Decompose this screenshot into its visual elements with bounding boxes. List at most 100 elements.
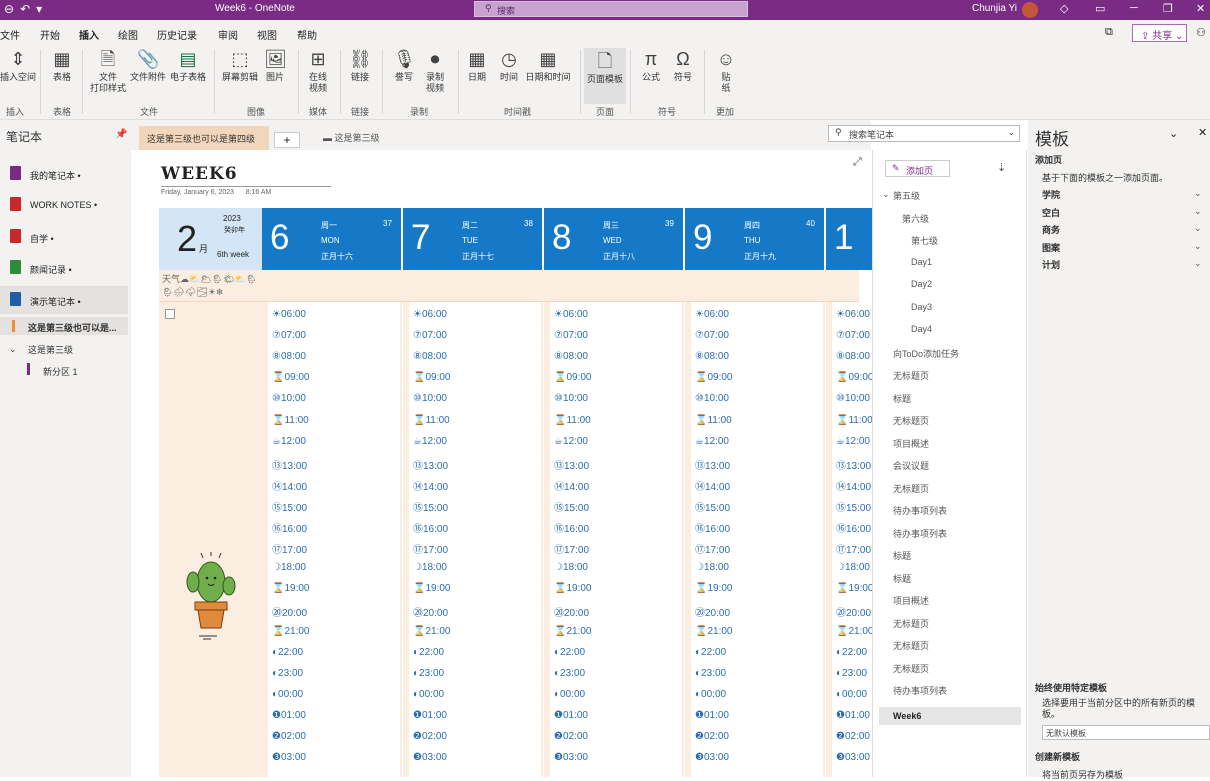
table-button[interactable]: ▦ 表格 [48, 48, 76, 83]
notebook-item[interactable]: WORK NOTES • [0, 191, 128, 219]
time-slot[interactable]: ⑦07:00 [554, 330, 588, 341]
time-slot[interactable]: ❷02:00 [554, 731, 588, 742]
time-slot[interactable]: ⑳20:00 [695, 604, 730, 619]
time-slot[interactable]: ⑰17:00 [413, 541, 448, 556]
time-slot[interactable]: ⑬13:00 [272, 457, 307, 472]
time-slot[interactable]: ⌛09:00 [272, 372, 309, 383]
time-slot[interactable]: ❷02:00 [272, 731, 306, 742]
time-slot[interactable]: ◐22:00 [413, 647, 444, 658]
page-item[interactable]: Day1 [911, 257, 932, 267]
menu-history[interactable]: 历史记录 [157, 27, 197, 42]
save-as-template-link[interactable]: 将当前页另存为模板 [1042, 768, 1123, 781]
time-slot[interactable]: ❶01:00 [554, 710, 588, 721]
time-slot[interactable]: ⑯16:00 [413, 520, 448, 535]
menu-help[interactable]: 帮助 [297, 27, 317, 42]
time-slot[interactable]: ❷02:00 [413, 731, 447, 742]
time-slot[interactable]: ⑭14:00 [695, 478, 730, 493]
time-slot[interactable]: ⌛21:00 [272, 626, 309, 637]
page-item[interactable]: 会议议题 [893, 459, 929, 472]
search-notebook-input[interactable]: ⚲ 搜索笔记本 ⌄ [828, 125, 1020, 142]
time-slot[interactable]: ⌛19:00 [413, 583, 450, 594]
time-slot[interactable]: ☀06:00 [272, 309, 306, 320]
page-item[interactable]: 第六级 [902, 212, 929, 225]
file-attachment-button[interactable]: 📎 文件附件 [130, 48, 166, 83]
time-slot[interactable]: ⌛19:00 [554, 583, 591, 594]
time-slot[interactable]: ⑰17:00 [836, 541, 871, 556]
time-slot[interactable]: ⑭14:00 [836, 478, 871, 493]
section-group-label[interactable]: 这是第三级 [28, 343, 73, 356]
time-slot[interactable]: ❸03:00 [554, 752, 588, 763]
time-slot[interactable]: ⑮15:00 [836, 499, 871, 514]
time-slot[interactable]: ☀06:00 [413, 309, 447, 320]
page-item[interactable]: 标题 [893, 549, 911, 562]
time-slot[interactable]: ⑭14:00 [413, 478, 448, 493]
time-slot[interactable]: ⑯16:00 [695, 520, 730, 535]
page-item[interactable]: 标题 [893, 572, 911, 585]
time-slot[interactable]: ⌛21:00 [413, 626, 450, 637]
ribbon-display-icon[interactable]: ▭ [1095, 2, 1105, 15]
page-item[interactable]: 待办事项列表 [893, 684, 947, 697]
page-title[interactable]: WEEK6 [161, 164, 238, 184]
avatar[interactable] [1022, 2, 1038, 18]
day-column[interactable]: ☀06:00 ⑦07:00 ⑧08:00 ⌛09:00 ⑩10:00 ⌛11:00 ☕12:… [544, 302, 684, 777]
time-slot[interactable]: ◐23:00 [695, 668, 726, 679]
time-slot[interactable]: ⑦07:00 [272, 330, 306, 341]
time-slot[interactable]: ⌛11:00 [554, 415, 591, 426]
time-slot[interactable]: ⑮15:00 [695, 499, 730, 514]
screen-clip-button[interactable]: ⬚ 屏幕剪辑 [220, 48, 260, 83]
time-slot[interactable]: ◐23:00 [836, 668, 867, 679]
page-template-button[interactable]: 🗋 页面模板 [584, 48, 626, 104]
chevron-down-icon[interactable]: ⌄ [1007, 127, 1015, 138]
page-item[interactable]: 项目概述 [893, 594, 929, 607]
time-slot[interactable]: ⑰17:00 [272, 541, 307, 556]
time-slot[interactable]: ⑩10:00 [836, 393, 870, 404]
time-slot[interactable]: ⌛19:00 [272, 583, 309, 594]
chevron-down-icon[interactable]: ⌄ [1194, 241, 1202, 252]
time-slot[interactable]: ⑮15:00 [554, 499, 589, 514]
time-slot[interactable]: ⑳20:00 [413, 604, 448, 619]
time-slot[interactable]: ⑧08:00 [413, 351, 447, 362]
day-column[interactable]: ☀06:00 ⑦07:00 ⑧08:00 ⌛09:00 ⑩10:00 ⌛11:00 ☕12:… [262, 302, 402, 777]
time-button[interactable]: ◷ 时间 [496, 48, 522, 83]
time-slot[interactable]: ⑬13:00 [836, 457, 871, 472]
time-slot[interactable]: ◐23:00 [272, 668, 303, 679]
time-slot[interactable]: ⑧08:00 [272, 351, 306, 362]
transcribe-button[interactable]: 🎙 誊写 [390, 48, 418, 83]
online-video-button[interactable]: ⊞ 在线 视频 [304, 48, 332, 94]
time-slot[interactable]: ◐00:00 [836, 689, 867, 700]
time-slot[interactable]: ⑬13:00 [554, 457, 589, 472]
todo-checkbox[interactable] [165, 309, 175, 319]
time-slot[interactable]: ⑮15:00 [413, 499, 448, 514]
time-slot[interactable]: ⑩10:00 [695, 393, 729, 404]
page-item[interactable]: 待办事项列表 [893, 504, 947, 517]
time-slot[interactable]: ☕12:00 [836, 436, 870, 447]
time-slot[interactable]: ◐23:00 [554, 668, 585, 679]
chevron-down-icon[interactable]: ⌄ [1194, 258, 1202, 269]
page-canvas[interactable]: WEEK6 Friday, January 6, 2023 8:16 AM ⤢ … [131, 150, 872, 777]
time-slot[interactable]: ☀06:00 [836, 309, 870, 320]
section-label[interactable]: 新分区 1 [43, 365, 78, 378]
page-item[interactable]: 待办事项列表 [893, 527, 947, 540]
time-slot[interactable]: ⑰17:00 [554, 541, 589, 556]
time-slot[interactable]: ☀06:00 [695, 309, 729, 320]
date-button[interactable]: ▦ 日期 [464, 48, 490, 83]
undo-icon[interactable]: ↶ [20, 2, 36, 16]
time-slot[interactable]: ⑩10:00 [272, 393, 306, 404]
notebook-sync-icon[interactable]: ⧉ [1105, 26, 1113, 39]
time-slot[interactable]: ⑳20:00 [272, 604, 307, 619]
sort-icon[interactable]: ⇣ [997, 161, 1006, 174]
chevron-down-icon[interactable]: ⌄ [1194, 223, 1202, 234]
menu-file[interactable]: 文件 [0, 27, 20, 42]
diamond-icon[interactable]: ◇ [1060, 2, 1068, 15]
insert-space-button[interactable]: ⇕ 插入空间 [0, 48, 36, 83]
time-slot[interactable]: ❶01:00 [695, 710, 729, 721]
minimize-icon[interactable]: ─ [1130, 2, 1138, 14]
template-category[interactable]: 空白 [1042, 206, 1060, 219]
page-item[interactable]: Day2 [911, 279, 932, 289]
time-slot[interactable]: ⑰17:00 [695, 541, 730, 556]
time-slot[interactable]: ⌛09:00 [695, 372, 732, 383]
close-icon[interactable]: ✕ [1196, 2, 1205, 15]
time-slot[interactable]: ❸03:00 [836, 752, 870, 763]
time-slot[interactable]: ◐00:00 [695, 689, 726, 700]
equation-button[interactable]: π 公式 [638, 48, 664, 83]
